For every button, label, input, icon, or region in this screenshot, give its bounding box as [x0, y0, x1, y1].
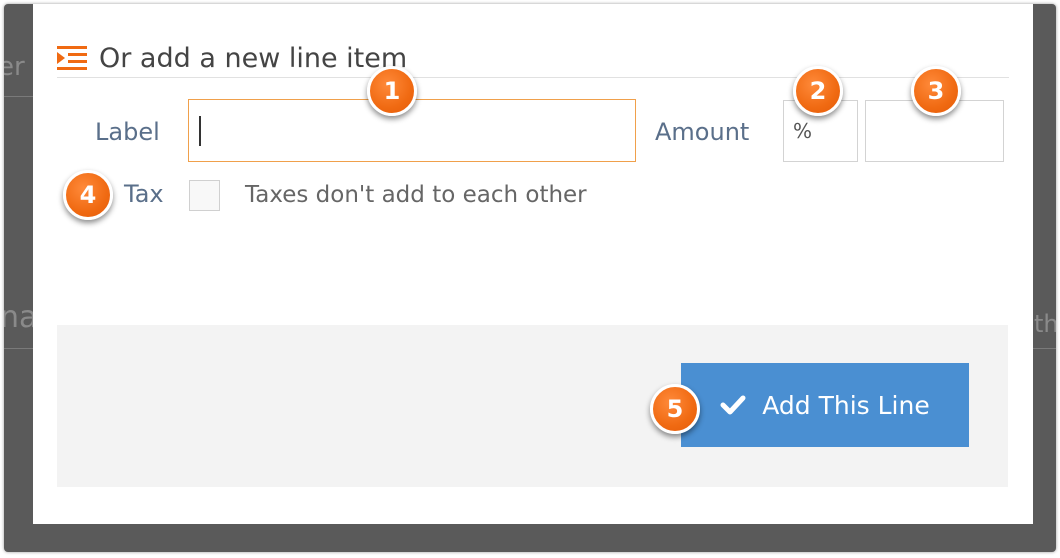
- amount-unit-value: %: [793, 119, 813, 143]
- modal-title: Or add a new line item: [99, 42, 408, 74]
- modal-footer: Add This Line: [57, 325, 1008, 487]
- label-input[interactable]: [188, 99, 636, 162]
- header-divider: [57, 77, 1009, 78]
- tax-checkbox[interactable]: [189, 180, 220, 211]
- callout-badge-5: 5: [650, 384, 700, 434]
- callout-badge-4: 4: [63, 170, 113, 220]
- background-text-fragment: th: [1034, 310, 1056, 338]
- screenshot-frame: er na th Or add a new line item Label Am…: [4, 4, 1056, 552]
- background-divider: [1033, 348, 1056, 349]
- list-icon: [57, 46, 87, 70]
- amount-field-label: Amount: [655, 118, 750, 146]
- add-this-line-button[interactable]: Add This Line: [681, 363, 969, 447]
- background-divider: [4, 348, 33, 349]
- tax-field-label: Tax: [124, 180, 164, 208]
- modal-header: Or add a new line item: [57, 40, 407, 76]
- background-text-fragment: er: [4, 52, 25, 82]
- callout-badge-2: 2: [793, 66, 843, 116]
- tax-note: Taxes don't add to each other: [245, 182, 587, 208]
- new-line-item-modal: Or add a new line item Label Amount % Ta…: [33, 4, 1033, 524]
- callout-badge-1: 1: [367, 66, 417, 116]
- text-caret: [199, 116, 201, 146]
- add-this-line-label: Add This Line: [762, 390, 930, 420]
- callout-badge-3: 3: [911, 66, 961, 116]
- label-field-label: Label: [95, 118, 160, 146]
- check-icon: [720, 395, 746, 415]
- background-divider: [4, 96, 33, 97]
